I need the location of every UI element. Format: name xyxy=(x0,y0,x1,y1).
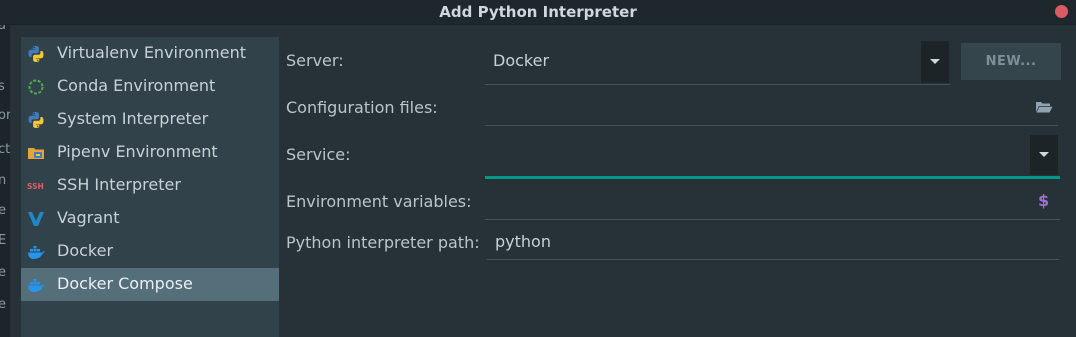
sidebar-item-label: Docker xyxy=(57,241,114,260)
interpreter-type-list: Virtualenv Environment Conda Environment… xyxy=(21,37,279,337)
vagrant-icon xyxy=(28,212,44,226)
ssh-icon: SSH xyxy=(27,182,44,191)
server-value: Docker xyxy=(493,51,550,70)
background-text: e xyxy=(0,203,6,218)
sidebar-item-virtualenv[interactable]: Virtualenv Environment xyxy=(21,37,279,70)
python-icon xyxy=(28,112,44,128)
docker-compose-icon xyxy=(28,279,45,292)
env-vars-label: Environment variables: xyxy=(286,192,472,211)
service-select[interactable] xyxy=(485,134,1060,179)
background-window-strip: a s or ct n e E e e xyxy=(0,25,10,337)
python-path-label: Python interpreter path: xyxy=(286,233,480,252)
chevron-down-icon xyxy=(1039,152,1049,157)
sidebar-item-label: Pipenv Environment xyxy=(57,142,218,161)
env-vars-field[interactable]: $ xyxy=(485,183,1060,220)
sidebar-item-label: Vagrant xyxy=(57,208,120,227)
background-text: ct xyxy=(0,142,10,157)
sidebar-item-pipenv[interactable]: Pipenv Environment xyxy=(21,136,279,169)
config-files-field[interactable] xyxy=(485,89,1058,126)
background-text: or xyxy=(0,108,10,123)
pipenv-icon xyxy=(28,148,44,159)
python-icon xyxy=(28,46,44,62)
background-text: E xyxy=(0,233,7,248)
sidebar-item-vagrant[interactable]: Vagrant xyxy=(21,202,279,235)
dollar-icon[interactable]: $ xyxy=(1038,191,1049,210)
server-select[interactable]: Docker xyxy=(485,41,950,85)
folder-open-icon[interactable] xyxy=(1035,100,1053,114)
sidebar-item-label: System Interpreter xyxy=(57,109,209,128)
background-text: a xyxy=(0,25,6,33)
docker-icon xyxy=(28,246,45,259)
new-server-button[interactable]: NEW... xyxy=(961,43,1061,80)
background-text: n xyxy=(0,173,7,188)
sidebar-item-label: Docker Compose xyxy=(57,274,193,293)
server-dropdown-button[interactable] xyxy=(921,41,949,83)
server-label: Server: xyxy=(286,51,344,70)
background-text: e xyxy=(0,265,6,280)
python-path-field[interactable]: python xyxy=(487,224,1059,260)
svg-text:SSH: SSH xyxy=(27,182,44,191)
sidebar-item-conda[interactable]: Conda Environment xyxy=(21,70,279,103)
sidebar-item-docker[interactable]: Docker xyxy=(21,235,279,268)
sidebar-item-label: Conda Environment xyxy=(57,76,216,95)
config-files-label: Configuration files: xyxy=(286,98,438,117)
background-text: s xyxy=(0,79,5,94)
background-text: e xyxy=(0,297,6,312)
sidebar-item-docker-compose[interactable]: Docker Compose xyxy=(21,268,279,301)
sidebar-item-system-interpreter[interactable]: System Interpreter xyxy=(21,103,279,136)
service-dropdown-button[interactable] xyxy=(1030,135,1058,175)
python-path-value: python xyxy=(495,232,551,251)
sidebar-item-label: SSH Interpreter xyxy=(57,175,181,194)
sidebar-item-label: Virtualenv Environment xyxy=(57,43,246,62)
chevron-down-icon xyxy=(930,59,940,64)
close-icon[interactable] xyxy=(1055,5,1068,18)
sidebar-item-ssh[interactable]: SSH SSH Interpreter xyxy=(21,169,279,202)
window-title: Add Python Interpreter xyxy=(439,3,637,21)
title-bar: Add Python Interpreter xyxy=(0,0,1076,25)
service-label: Service: xyxy=(286,145,351,164)
conda-icon xyxy=(28,79,44,95)
